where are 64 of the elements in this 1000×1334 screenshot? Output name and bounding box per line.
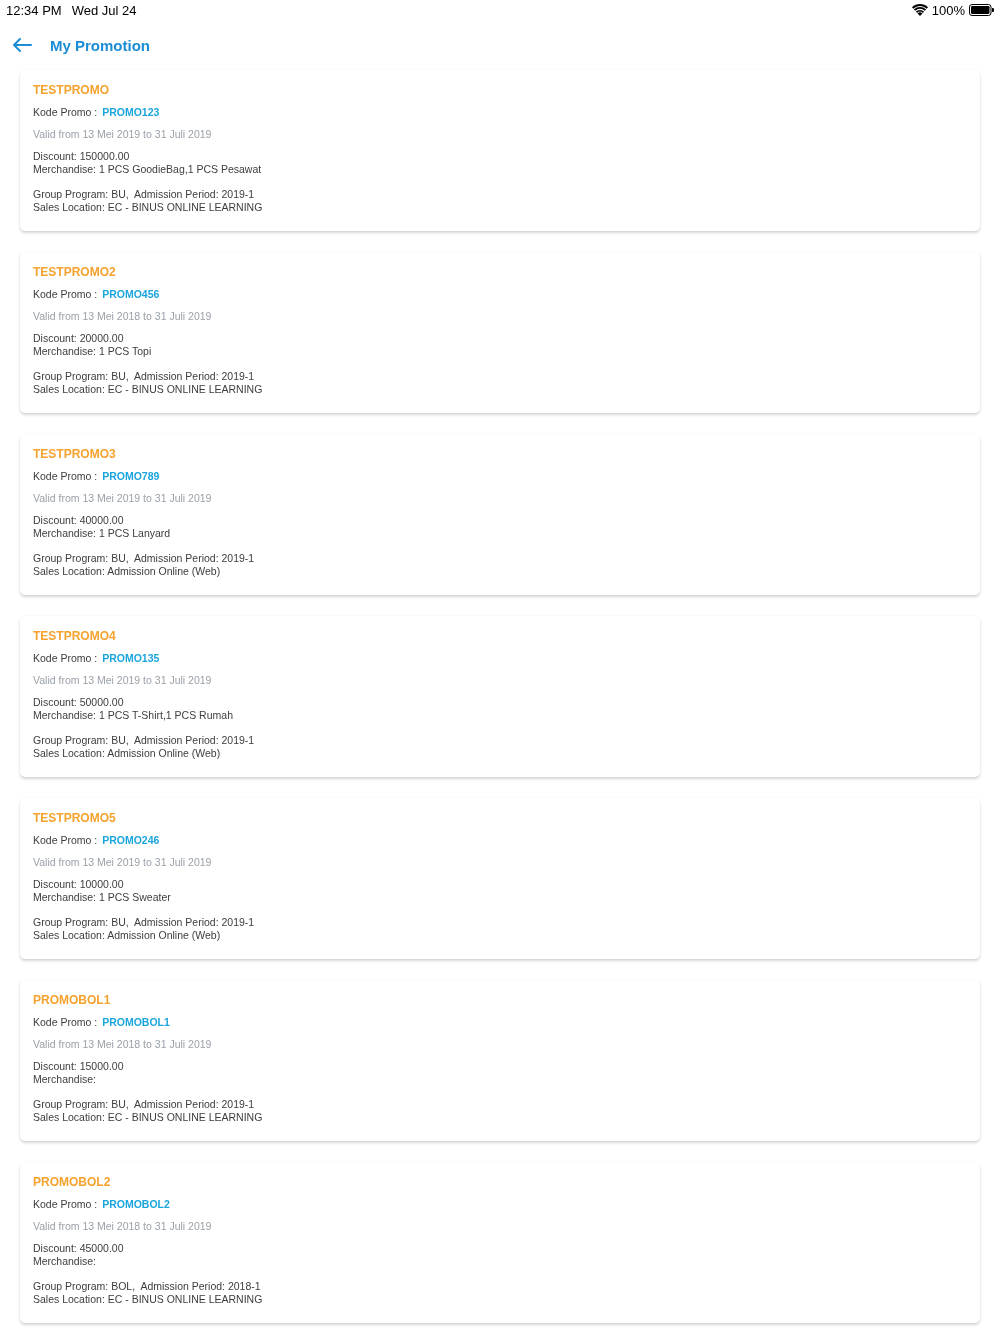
validity-period: Valid from 13 Mei 2018 to 31 Juli 2019 bbox=[33, 1037, 212, 1051]
promo-code-label: Kode Promo : bbox=[33, 287, 98, 301]
page-title: My Promotion bbox=[50, 36, 150, 54]
promo-code-label: Kode Promo : bbox=[33, 1015, 98, 1029]
merchandise-text: Merchandise: 1 PCS Sweater bbox=[33, 890, 171, 904]
promo-code: PROMO123 bbox=[102, 105, 160, 119]
merchandise-text: Merchandise: bbox=[33, 1254, 97, 1268]
sales-location-text: Sales Location: EC - BINUS ONLINE LEARNING bbox=[33, 201, 263, 214]
sales-location-text: Sales Location: Admission Online (Web) bbox=[33, 747, 221, 760]
promo-code: PROMO135 bbox=[102, 651, 160, 665]
promo-name: TESTPROMO4 bbox=[33, 628, 116, 644]
sales-location-text: Sales Location: EC - BINUS ONLINE LEARNING bbox=[33, 383, 263, 396]
validity-period: Valid from 13 Mei 2018 to 31 Juli 2019 bbox=[33, 1219, 212, 1233]
promo-code-label: Kode Promo : bbox=[33, 1197, 98, 1211]
validity-period: Valid from 13 Mei 2019 to 31 Juli 2019 bbox=[33, 127, 212, 141]
validity-period: Valid from 13 Mei 2019 to 31 Juli 2019 bbox=[33, 855, 212, 869]
group-program-text: Group Program: BU, Admission Period: 2019-1 bbox=[33, 734, 255, 747]
discount-text: Discount: 50000.00 bbox=[33, 695, 124, 709]
promo-code: PROMO246 bbox=[102, 833, 160, 847]
group-program-text: Group Program: BU, Admission Period: 2019-1 bbox=[33, 188, 255, 201]
merchandise-text: Merchandise: 1 PCS GoodieBag,1 PCS Pesawat bbox=[33, 162, 262, 176]
discount-text: Discount: 40000.00 bbox=[33, 513, 124, 527]
merchandise-text: Merchandise: 1 PCS Lanyard bbox=[33, 526, 171, 540]
back-button[interactable] bbox=[12, 38, 32, 52]
group-program-text: Group Program: BU, Admission Period: 2019-1 bbox=[33, 370, 255, 383]
promo-code-label: Kode Promo : bbox=[33, 651, 98, 665]
promo-code: PROMO789 bbox=[102, 469, 160, 483]
promo-code: PROMOBOL1 bbox=[102, 1015, 170, 1029]
promo-code-label: Kode Promo : bbox=[33, 469, 98, 483]
promo-code-label: Kode Promo : bbox=[33, 105, 98, 119]
discount-text: Discount: 15000.00 bbox=[33, 1059, 124, 1073]
discount-text: Discount: 150000.00 bbox=[33, 149, 130, 163]
battery-percentage: 100% bbox=[931, 2, 965, 18]
sales-location-text: Sales Location: EC - BINUS ONLINE LEARNING bbox=[33, 1293, 263, 1306]
promo-code-label: Kode Promo : bbox=[33, 833, 98, 847]
promo-code: PROMO456 bbox=[102, 287, 160, 301]
sales-location-text: Sales Location: EC - BINUS ONLINE LEARNING bbox=[33, 1111, 263, 1124]
status-time: 12:34 PM bbox=[6, 2, 62, 18]
validity-period: Valid from 13 Mei 2019 to 31 Juli 2019 bbox=[33, 491, 212, 505]
discount-text: Discount: 10000.00 bbox=[33, 877, 124, 891]
promo-name: TESTPROMO5 bbox=[33, 810, 116, 826]
group-program-text: Group Program: BU, Admission Period: 2019-1 bbox=[33, 916, 255, 929]
validity-period: Valid from 13 Mei 2019 to 31 Juli 2019 bbox=[33, 673, 212, 687]
sales-location-text: Sales Location: Admission Online (Web) bbox=[33, 565, 221, 578]
wifi-icon bbox=[911, 4, 928, 16]
promo-name: PROMOBOL1 bbox=[33, 992, 111, 1008]
sales-location-text: Sales Location: Admission Online (Web) bbox=[33, 929, 221, 942]
promo-name: TESTPROMO2 bbox=[33, 264, 116, 280]
discount-text: Discount: 20000.00 bbox=[33, 331, 124, 345]
promo-code: PROMOBOL2 bbox=[102, 1197, 170, 1211]
group-program-text: Group Program: BU, Admission Period: 2019-1 bbox=[33, 1098, 255, 1111]
promo-name: PROMOBOL2 bbox=[33, 1174, 111, 1190]
group-program-text: Group Program: BOL, Admission Period: 2018-1 bbox=[33, 1280, 261, 1293]
merchandise-text: Merchandise: 1 PCS T-Shirt,1 PCS Rumah bbox=[33, 708, 233, 722]
promo-name: TESTPROMO bbox=[33, 82, 109, 98]
merchandise-text: Merchandise: 1 PCS Topi bbox=[33, 344, 152, 358]
discount-text: Discount: 45000.00 bbox=[33, 1241, 124, 1255]
status-date: Wed Jul 24 bbox=[71, 2, 137, 18]
back-arrow-icon bbox=[12, 38, 32, 52]
group-program-text: Group Program: BU, Admission Period: 2019-1 bbox=[33, 552, 255, 565]
merchandise-text: Merchandise: bbox=[33, 1072, 97, 1086]
battery-icon bbox=[969, 4, 994, 16]
validity-period: Valid from 13 Mei 2018 to 31 Juli 2019 bbox=[33, 309, 212, 323]
promo-name: TESTPROMO3 bbox=[33, 446, 116, 462]
